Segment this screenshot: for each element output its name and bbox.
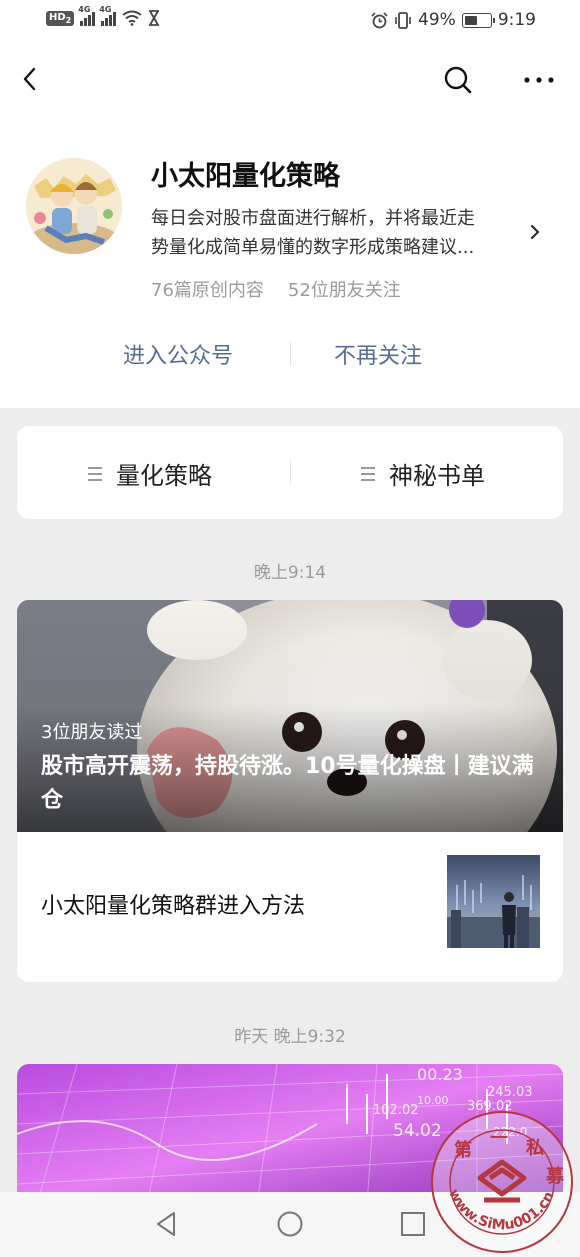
battery-percent: 49% (418, 10, 456, 30)
unfollow-button[interactable]: 不再关注 (334, 338, 422, 370)
watermark-char: 募 (545, 1166, 565, 1187)
chevron-right-icon[interactable] (528, 222, 542, 242)
signal-icon-2: 4G (99, 5, 117, 26)
menu-item-quant-strategy[interactable]: 量化策略 (88, 456, 212, 491)
cover-number: 245.03 (487, 1085, 533, 1100)
account-actions: 进入公众号 不再关注 (0, 332, 580, 376)
sub-article-thumbnail (447, 855, 540, 948)
nav-bar (0, 44, 580, 114)
watermark-char: 一 (490, 1128, 508, 1149)
status-bar: HD2 4G 4G 49% 9:19 (0, 0, 580, 44)
menu-item-label: 量化策略 (116, 462, 212, 490)
clock-time: 9:19 (497, 10, 536, 30)
menu-list-icon (361, 466, 375, 481)
cover-number: 00.23 (417, 1065, 463, 1084)
status-right: 49% 9:19 (371, 10, 536, 30)
friends-read-label: 3位朋友读过 (41, 722, 143, 743)
menu-divider (290, 459, 291, 485)
signal-icon: 4G (78, 5, 96, 26)
watermark-char: 私 (526, 1138, 544, 1159)
sub-article-title: 小太阳量化策略群进入方法 (41, 894, 306, 919)
status-left: HD2 4G 4G (46, 5, 160, 26)
article-cover[interactable]: 3位朋友读过 股市高开震荡，持股待涨。10号量化操盘丨建议满仓 (17, 600, 563, 832)
menu-list-icon (88, 466, 102, 481)
hourglass-icon (149, 10, 160, 26)
alarm-icon (371, 11, 388, 28)
vibrate-icon (395, 11, 411, 29)
system-recents-icon[interactable] (398, 1209, 428, 1239)
account-description-line1: 每日会对股市盘面进行解析，并将最近走 (151, 208, 475, 229)
action-divider (290, 342, 291, 366)
account-description[interactable]: 每日会对股市盘面进行解析，并将最近走 势量化成简单易懂的数字形成策略建议... (151, 204, 523, 262)
account-profile: 小太阳量化策略 每日会对股市盘面进行解析，并将最近走 势量化成简单易懂的数字形成… (0, 114, 580, 408)
watermark-seal: 第 一 私 募 www.SiMu001.cn (428, 1108, 576, 1256)
watermark-char: 第 (454, 1139, 472, 1161)
article-card: 3位朋友读过 股市高开震荡，持股待涨。10号量化操盘丨建议满仓 小太阳量化策略群… (17, 600, 563, 982)
hd-badge: HD2 (46, 10, 75, 26)
search-icon[interactable] (442, 64, 474, 96)
system-home-icon[interactable] (275, 1209, 305, 1239)
system-back-icon[interactable] (152, 1209, 182, 1239)
feed-time-label: 昨天 晚上9:32 (234, 1027, 346, 1047)
back-arrow-icon[interactable] (16, 64, 46, 94)
article-headline: 股市高开震荡，持股待涨。10号量化操盘丨建议满仓 (41, 754, 534, 813)
stat-friends-following[interactable]: 52位朋友关注 (288, 276, 401, 302)
account-description-line2: 势量化成简单易懂的数字形成策略建议... (151, 237, 475, 258)
battery-icon (461, 12, 495, 28)
battery-fill (464, 15, 477, 25)
cover-number: 102.02 (373, 1103, 419, 1118)
account-name: 小太阳量化策略 (151, 161, 340, 192)
account-menu: 量化策略 神秘书单 (17, 426, 563, 519)
more-dots-icon[interactable] (522, 66, 556, 94)
feed-time-label: 晚上9:14 (253, 563, 327, 583)
enter-account-button[interactable]: 进入公众号 (123, 338, 233, 370)
avatar[interactable] (26, 158, 122, 254)
cover-number: 10.00 (417, 1094, 449, 1107)
menu-item-label: 神秘书单 (389, 462, 485, 490)
wifi-icon (122, 10, 142, 26)
sub-article-item[interactable]: 小太阳量化策略群进入方法 (17, 832, 563, 982)
account-stats: 76篇原创内容 52位朋友关注 (151, 276, 401, 302)
stat-original-articles: 76篇原创内容 (151, 280, 264, 301)
menu-item-secret-booklist[interactable]: 神秘书单 (361, 456, 485, 491)
